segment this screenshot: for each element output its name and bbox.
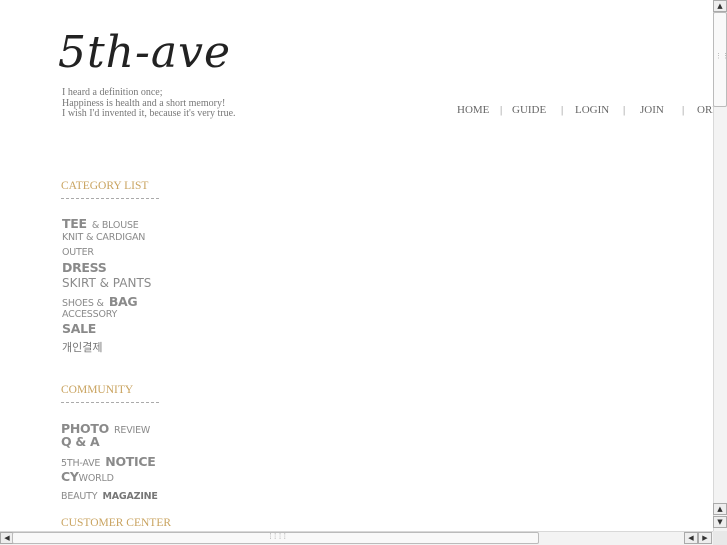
category-tee-blouse[interactable]: TEE & BLOUSE: [62, 213, 139, 232]
category-dress[interactable]: DRESS: [62, 260, 107, 275]
category-personal-payment[interactable]: 개인결제: [62, 339, 102, 355]
nav-join[interactable]: JOIN: [640, 104, 664, 116]
community-qa[interactable]: Q & A: [61, 434, 100, 449]
category-outer[interactable]: OUTER: [62, 247, 94, 258]
scroll-up-button[interactable]: ▲: [713, 0, 727, 12]
scrollbar-corner: [713, 531, 727, 545]
scroll-down-button[interactable]: ▼: [713, 516, 727, 528]
cy-label: CY: [61, 469, 79, 484]
nav-guide[interactable]: GUIDE: [512, 104, 546, 116]
tee-label: TEE: [62, 216, 87, 231]
category-accessory[interactable]: ACCESSORY: [62, 309, 117, 320]
site-logo[interactable]: 5th-ave: [58, 28, 231, 78]
nav-login[interactable]: LOGIN: [575, 104, 609, 116]
scroll-right-button[interactable]: ▶: [698, 532, 712, 544]
divider: [61, 198, 159, 199]
review-label: REVIEW: [114, 425, 151, 436]
customer-center-title: CUSTOMER CENTER: [61, 517, 172, 529]
category-knit-cardigan[interactable]: KNIT & CARDIGAN: [62, 232, 145, 243]
community-cyworld[interactable]: CYWORLD: [61, 466, 114, 485]
category-sale[interactable]: SALE: [62, 321, 96, 336]
category-shoes-bag[interactable]: SHOES & BAG: [62, 291, 138, 310]
nav-separator: |: [623, 104, 626, 116]
scroll-up-button-lower[interactable]: ▲: [713, 503, 727, 515]
category-list-title: CATEGORY LIST: [61, 180, 149, 192]
nav-home[interactable]: HOME: [457, 104, 489, 116]
nav-separator: |: [561, 104, 564, 116]
magazine-label: MAGAZINE: [102, 491, 158, 502]
shoes-label: SHOES &: [62, 298, 104, 309]
community-title: COMMUNITY: [61, 384, 134, 396]
blouse-label: & BLOUSE: [91, 220, 139, 231]
grip-icon: ⁞⁞⁞⁞: [268, 532, 288, 541]
quote-line-3: I wish I'd invented it, because it's ver…: [62, 108, 236, 119]
grip-icon: ⋮⋮: [715, 52, 727, 60]
bag-label: BAG: [108, 294, 138, 309]
divider: [61, 402, 159, 403]
nav-separator: |: [500, 104, 503, 116]
quote-line-1: I heard a definition once;: [62, 87, 163, 98]
category-skirt-pants[interactable]: SKIRT & PANTS: [62, 276, 151, 290]
nav-separator: |: [682, 104, 685, 116]
scroll-left-button-right[interactable]: ◀: [684, 532, 698, 544]
top-navigation: HOME | GUIDE | LOGIN | JOIN | ORDER: [457, 104, 713, 120]
tagline-quote: I heard a definition once; Happiness is …: [62, 87, 236, 120]
world-label: WORLD: [78, 473, 114, 484]
beauty-label: BEAUTY: [61, 491, 98, 502]
community-beauty-magazine[interactable]: BEAUTY MAGAZINE: [61, 484, 158, 503]
nav-order[interactable]: ORDER: [697, 104, 713, 116]
